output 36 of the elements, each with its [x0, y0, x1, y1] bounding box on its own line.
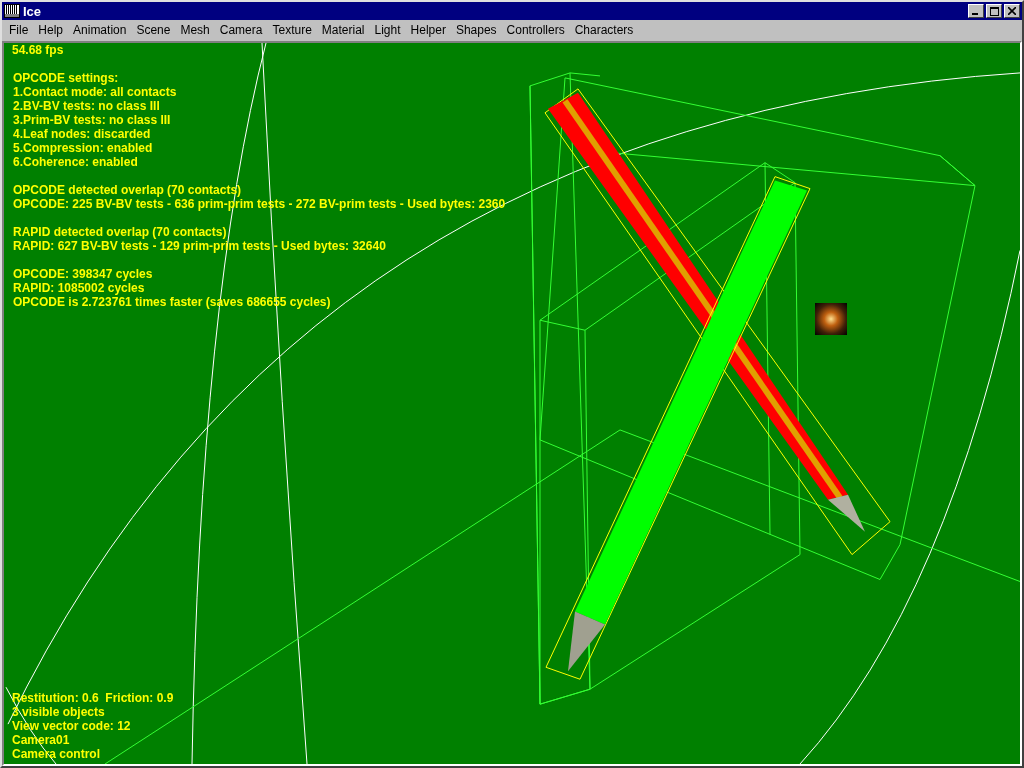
- menu-item[interactable]: Mesh: [175, 23, 215, 37]
- overlay-text: OPCODE detected overlap (70 contacts): [13, 183, 242, 197]
- overlay-text: RAPID: 1085002 cycles: [13, 281, 145, 295]
- overlay-text: 2.BV-BV tests: no class III: [13, 99, 160, 113]
- menu-item[interactable]: Scene: [131, 23, 176, 37]
- maximize-icon: [989, 6, 999, 16]
- light-icon: [815, 303, 847, 335]
- overlay-text: RAPID detected overlap (70 contacts): [13, 225, 227, 239]
- menu-item[interactable]: Controllers: [501, 23, 570, 37]
- menu-item[interactable]: Helper: [405, 23, 451, 37]
- overlay-text: 1.Contact mode: all contacts: [13, 85, 177, 99]
- overlay-text: 4.Leaf nodes: discarded: [13, 127, 151, 141]
- overlay-text: 5.Compression: enabled: [13, 141, 153, 155]
- menu-item[interactable]: Texture: [267, 23, 317, 37]
- overlay-text: OPCODE settings:: [13, 71, 119, 85]
- menu-item[interactable]: File: [4, 23, 34, 37]
- overlay-text: Camera control: [12, 747, 101, 761]
- menu-item[interactable]: Material: [316, 23, 370, 37]
- close-button[interactable]: [1004, 4, 1020, 18]
- overlay-text: Camera01: [12, 733, 70, 747]
- maximize-button[interactable]: [986, 4, 1002, 18]
- overlay-text: RAPID: 627 BV-BV tests - 129 prim-prim tests - Used bytes: 32640: [13, 239, 386, 253]
- minimize-button[interactable]: [968, 4, 984, 18]
- menu-item[interactable]: Animation: [68, 23, 132, 37]
- menu-item[interactable]: Characters: [569, 23, 639, 37]
- overlay-text: 6.Coherence: enabled: [13, 155, 138, 169]
- close-icon: [1008, 7, 1016, 15]
- menu-item[interactable]: Camera: [214, 23, 268, 37]
- overlay-text: OPCODE: 398347 cycles: [13, 267, 153, 281]
- menu-item[interactable]: Help: [33, 23, 69, 37]
- app-icon: [4, 4, 20, 18]
- window-title: Ice: [23, 3, 43, 19]
- menu-item[interactable]: Light: [369, 23, 406, 37]
- menu-item[interactable]: Shapes: [450, 23, 502, 37]
- overlay-text: 54.68 fps: [12, 43, 64, 57]
- overlay-text: 3.Prim-BV tests: no class III: [13, 113, 171, 127]
